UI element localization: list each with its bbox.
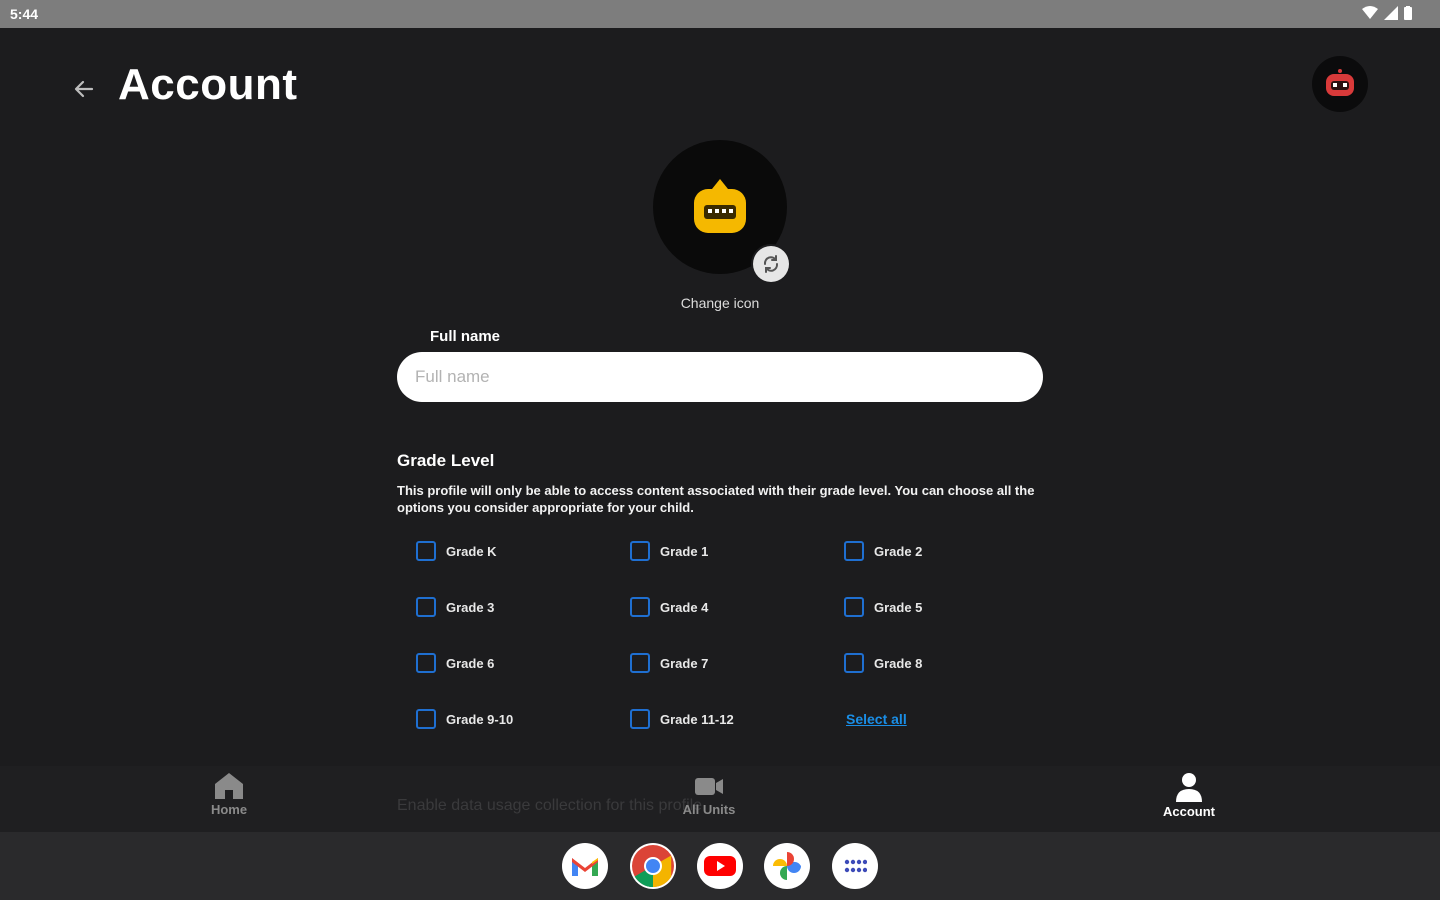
grade-level-title: Grade Level xyxy=(397,451,495,470)
youtube-icon xyxy=(704,856,736,876)
nav-all-units-label: All Units xyxy=(682,802,736,817)
checkbox-square[interactable] xyxy=(630,709,650,729)
checkbox-square[interactable] xyxy=(630,541,650,561)
red-monster-icon xyxy=(1326,69,1354,96)
page-title: Account xyxy=(118,60,298,109)
app-drawer-icon xyxy=(844,859,867,873)
yellow-monster-icon xyxy=(694,179,746,233)
grade-label: Grade 3 xyxy=(446,599,495,615)
grade-label: Grade 4 xyxy=(660,599,709,615)
full-name-input[interactable] xyxy=(397,352,1043,402)
photos-app-button[interactable] xyxy=(764,843,810,889)
grade-checkbox-grid: Grade K Grade 1 Grade 2 Grade 3 Grade 4 … xyxy=(416,538,1036,738)
grade-5-checkbox[interactable]: Grade 5 xyxy=(844,594,922,620)
checkbox-square[interactable] xyxy=(844,597,864,617)
grade-11-12-checkbox[interactable]: Grade 11-12 xyxy=(630,706,734,732)
profile-avatar-button[interactable] xyxy=(1312,56,1368,112)
chrome-icon xyxy=(632,845,674,887)
grade-label: Grade K xyxy=(446,543,497,559)
refresh-icon xyxy=(763,255,779,273)
checkbox-square[interactable] xyxy=(630,597,650,617)
nav-home-label: Home xyxy=(210,802,248,817)
grade-label: Grade 5 xyxy=(874,599,923,615)
nav-account-label: Account xyxy=(1163,804,1215,819)
grade-4-checkbox[interactable]: Grade 4 xyxy=(630,594,708,620)
checkbox-square[interactable] xyxy=(416,597,436,617)
nav-all-units[interactable]: All Units xyxy=(649,772,769,817)
grade-label: Grade 7 xyxy=(660,655,709,671)
grade-label: Grade 9-10 xyxy=(446,711,514,727)
arrow-left-icon xyxy=(74,80,94,98)
home-icon xyxy=(215,773,243,799)
cell-signal-icon xyxy=(1384,6,1398,20)
video-camera-icon xyxy=(695,778,723,795)
chrome-app-button[interactable] xyxy=(630,843,676,889)
status-bar: 5:44 xyxy=(0,0,1440,28)
grade-label: Grade 1 xyxy=(660,543,709,559)
system-icons xyxy=(1362,6,1412,20)
nav-home[interactable]: Home xyxy=(169,772,289,817)
grade-label: Grade 11-12 xyxy=(660,711,734,727)
grade-level-description: This profile will only be able to access… xyxy=(397,483,1035,515)
full-name-label: Full name xyxy=(430,328,501,345)
youtube-app-button[interactable] xyxy=(697,843,743,889)
grade-label: Grade 8 xyxy=(874,655,923,671)
grade-8-checkbox[interactable]: Grade 8 xyxy=(844,650,922,676)
checkbox-square[interactable] xyxy=(416,653,436,673)
grade-7-checkbox[interactable]: Grade 7 xyxy=(630,650,708,676)
grade-2-checkbox[interactable]: Grade 2 xyxy=(844,538,922,564)
checkbox-square[interactable] xyxy=(844,653,864,673)
grade-label: Grade 2 xyxy=(874,543,923,559)
nav-account[interactable]: Account xyxy=(1129,772,1249,819)
battery-icon xyxy=(1404,6,1412,20)
wifi-icon xyxy=(1362,6,1378,19)
change-icon-button[interactable] xyxy=(753,246,789,282)
photos-icon xyxy=(773,852,801,880)
grade-9-10-checkbox[interactable]: Grade 9-10 xyxy=(416,706,513,732)
checkbox-square[interactable] xyxy=(630,653,650,673)
grade-k-checkbox[interactable]: Grade K xyxy=(416,538,497,564)
checkbox-square[interactable] xyxy=(416,541,436,561)
person-icon xyxy=(1176,773,1202,802)
status-time: 5:44 xyxy=(10,6,39,22)
grade-1-checkbox[interactable]: Grade 1 xyxy=(630,538,708,564)
change-icon-label: Change icon xyxy=(680,295,760,311)
checkbox-square[interactable] xyxy=(844,541,864,561)
grade-label: Grade 6 xyxy=(446,655,495,671)
back-button[interactable] xyxy=(64,70,104,108)
grade-6-checkbox[interactable]: Grade 6 xyxy=(416,650,494,676)
checkbox-square[interactable] xyxy=(416,709,436,729)
app-drawer-button[interactable] xyxy=(832,843,878,889)
select-all-link[interactable]: Select all xyxy=(846,711,907,727)
gmail-icon xyxy=(572,858,598,876)
grade-3-checkbox[interactable]: Grade 3 xyxy=(416,594,494,620)
gmail-app-button[interactable] xyxy=(562,843,608,889)
